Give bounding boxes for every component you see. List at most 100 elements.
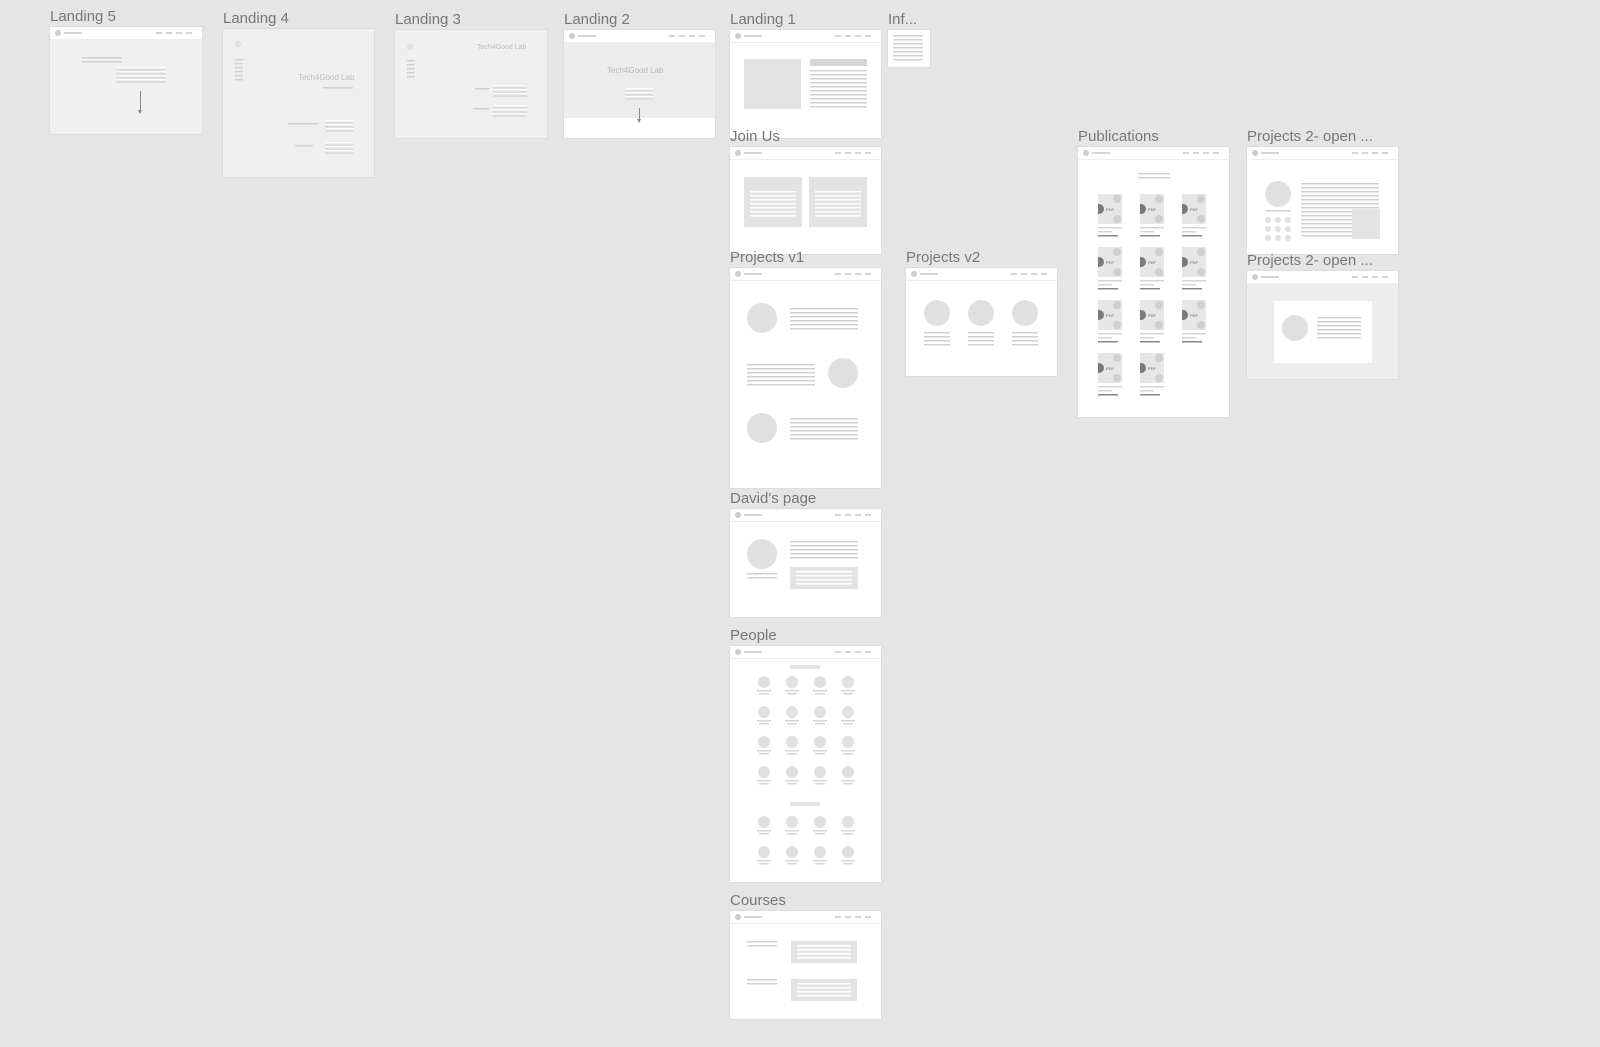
person-card (757, 736, 771, 756)
person-card (757, 766, 771, 786)
project-image (924, 300, 950, 326)
board-projects2-open-a[interactable] (1247, 147, 1398, 254)
nav-bar (1247, 271, 1398, 284)
hero-title: Tech4Good Lab (477, 44, 527, 51)
board-davids-page[interactable] (730, 509, 881, 617)
board-landing-4[interactable]: Tech4Good Lab (223, 29, 374, 177)
frame-label[interactable]: Projects 2- open ... (1247, 128, 1373, 146)
person-card (813, 766, 827, 786)
modal-avatar (1282, 315, 1308, 341)
text-block (325, 142, 353, 154)
frame-label[interactable]: Inf... (888, 11, 917, 29)
hero-area (564, 43, 715, 118)
frame-label[interactable]: Projects v1 (730, 249, 804, 267)
board-courses[interactable] (730, 911, 881, 1019)
publication-thumbnail: PDF (1182, 194, 1206, 224)
section-heading (790, 802, 820, 806)
person-card (841, 706, 855, 726)
publication-thumbnail: PDF (1182, 300, 1206, 330)
course-title (747, 979, 777, 987)
nav-bar (564, 30, 715, 43)
grid-dot (1275, 226, 1281, 232)
frame-label[interactable]: David's page (730, 490, 816, 508)
board-landing-1[interactable] (730, 30, 881, 138)
nav-bar (1078, 147, 1229, 160)
project-image (828, 358, 858, 388)
publication-caption (1098, 333, 1122, 343)
person-card (813, 676, 827, 696)
person-card (841, 676, 855, 696)
frame-label[interactable]: Join Us (730, 128, 780, 146)
board-projects-v2[interactable] (906, 268, 1057, 376)
course-card-text (797, 983, 851, 997)
label-line (288, 123, 318, 125)
logo-icon (407, 44, 413, 50)
nav-bar (730, 147, 881, 160)
pdf-label: PDF (1190, 207, 1198, 212)
board-publications[interactable]: PDF PDF PDF PDF PDF PDF PDF PDF PDF PDF PDF (1078, 147, 1229, 417)
frame-label[interactable]: Landing 4 (223, 10, 289, 28)
frame-label[interactable]: Publications (1078, 128, 1159, 146)
grid-dot (1285, 235, 1291, 241)
label-line (295, 145, 313, 147)
pdf-label: PDF (1190, 260, 1198, 265)
publication-caption (1140, 386, 1164, 396)
board-projects-v1[interactable] (730, 268, 881, 488)
pdf-label: PDF (1148, 207, 1156, 212)
person-card (757, 706, 771, 726)
board-projects2-open-b[interactable] (1247, 271, 1398, 379)
text-block (116, 67, 166, 83)
frame-label[interactable]: Landing 1 (730, 11, 796, 29)
person-card (785, 676, 799, 696)
project-text (747, 364, 815, 386)
person-card (841, 766, 855, 786)
person-card (841, 736, 855, 756)
person-card (813, 706, 827, 726)
info-card-text (796, 571, 852, 585)
publication-thumbnail: PDF (1182, 247, 1206, 277)
text-block (625, 88, 653, 100)
project-text (968, 332, 994, 346)
frame-label[interactable]: Landing 5 (50, 8, 116, 26)
frame-label[interactable]: People (730, 627, 777, 645)
nav-bar (730, 646, 881, 659)
grid-dot (1275, 235, 1281, 241)
project-text (790, 418, 858, 440)
board-people[interactable] (730, 646, 881, 882)
hero-text (82, 57, 122, 63)
person-card (785, 736, 799, 756)
publication-caption (1140, 333, 1164, 343)
nav-bar (730, 911, 881, 924)
modal-text (1317, 317, 1361, 339)
frame-label[interactable]: Landing 3 (395, 11, 461, 29)
publication-caption (1182, 280, 1206, 290)
grid-dot (1265, 217, 1271, 223)
project-text (790, 308, 858, 330)
person-card (757, 676, 771, 696)
image-placeholder (1352, 209, 1380, 239)
frame-label[interactable]: Projects 2- open ... (1247, 252, 1373, 270)
nav-bar (1247, 147, 1398, 160)
board-landing-5[interactable] (50, 27, 202, 134)
project-text (1012, 332, 1038, 346)
project-avatar (1265, 181, 1291, 207)
board-info[interactable] (888, 30, 930, 67)
board-landing-2[interactable]: Tech4Good Lab (564, 30, 715, 138)
person-card (785, 706, 799, 726)
person-card (813, 816, 827, 836)
label-line (475, 88, 489, 90)
board-join-us[interactable] (730, 147, 881, 254)
pdf-label: PDF (1106, 313, 1114, 318)
page-heading (1138, 173, 1170, 179)
frame-label[interactable]: Courses (730, 892, 786, 910)
board-landing-3[interactable]: Tech4Good Lab (395, 30, 547, 138)
subtitle (323, 87, 353, 90)
frame-label[interactable]: Landing 2 (564, 11, 630, 29)
pdf-label: PDF (1148, 313, 1156, 318)
caption (1265, 210, 1291, 213)
side-menu (235, 59, 243, 83)
hero-title: Tech4Good Lab (298, 73, 355, 82)
pdf-label: PDF (1148, 366, 1156, 371)
frame-label[interactable]: Projects v2 (906, 249, 980, 267)
pdf-label: PDF (1190, 313, 1198, 318)
